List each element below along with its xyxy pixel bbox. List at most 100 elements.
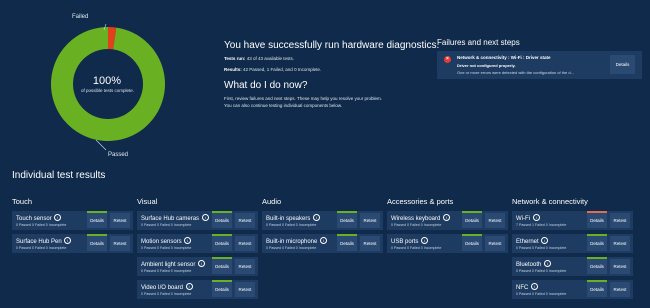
test-name: NFC i [516,283,539,291]
test-card: Surface Hub cameras i0 Passed 0 Failed 0… [137,211,258,230]
details-button[interactable]: Details [462,213,482,228]
test-name: Built-in speakers i [266,214,321,222]
next-steps-heading: What do I do now? [224,80,308,91]
info-icon[interactable]: i [532,214,540,221]
info-icon[interactable]: i [531,283,539,290]
test-status: 0 Passed 0 Failed 0 Incomplete [141,223,192,227]
info-icon[interactable]: i [443,214,451,221]
test-name-label: USB ports [391,239,419,245]
details-button[interactable]: Details [587,259,607,274]
test-card: Ambient light sensor i0 Passed 0 Failed … [137,257,258,276]
test-name: Built-in microphone i [266,237,328,245]
test-name: Ethernet i [516,237,549,245]
retest-button[interactable]: Retest [235,213,255,228]
info-icon[interactable]: i [201,214,209,221]
details-button[interactable]: Details [587,282,607,297]
retest-button[interactable]: Retest [110,213,130,228]
test-status: 0 Passed 0 Failed 0 Incomplete [516,246,567,250]
test-name: Surface Hub Pen i [16,237,72,245]
test-status: 0 Passed 0 Failed 0 Incomplete [16,223,67,227]
info-icon[interactable]: i [544,260,552,267]
info-icon[interactable]: i [313,214,321,221]
result-heading: You have successfully run hardware diagn… [224,40,440,51]
details-button[interactable]: Details [462,236,482,251]
passed-label: Passed [108,152,129,158]
info-icon[interactable]: i [184,237,192,244]
info-icon[interactable]: i [421,237,429,244]
tests-run-value: 43 of 43 available tests. [246,56,294,61]
test-status: 0 Passed 0 Failed 0 Incomplete [266,246,317,250]
details-button[interactable]: Details [337,213,357,228]
section-title: Audio [262,197,282,206]
passed-leader-line [95,139,107,151]
failure-card: × Network & connectivity : Wi-Fi : Drive… [437,51,642,79]
failures-heading: Failures and next steps [437,38,520,47]
test-name-label: Wireless keyboard [391,216,441,222]
next-steps-line-2: You can also continue testing individual… [224,103,343,108]
test-name-label: Bluetooth [516,262,542,268]
details-button[interactable]: Details [212,213,232,228]
test-name: Wireless keyboard i [391,214,451,222]
test-card: Surface Hub Pen i0 Passed 0 Failed 0 Inc… [12,234,133,253]
details-button[interactable]: Details [587,236,607,251]
test-name-label: Surface Hub Pen [16,239,62,245]
test-name: Touch sensor i [16,214,62,222]
test-name-label: Wi-Fi [516,216,530,222]
section-title: Touch [12,197,33,206]
details-button[interactable]: Details [212,259,232,274]
test-name: Surface Hub cameras i [141,214,209,222]
info-icon[interactable]: i [198,260,206,267]
retest-button[interactable]: Retest [235,236,255,251]
section-title: Network & connectivity [512,197,588,206]
details-button[interactable]: Details [87,236,107,251]
retest-button[interactable]: Retest [485,236,505,251]
results-label: Results: [224,67,242,72]
retest-button[interactable]: Retest [360,213,380,228]
info-icon[interactable]: i [54,214,62,221]
test-status: 0 Passed 0 Failed 0 Incomplete [141,246,192,250]
test-name-label: Ethernet [516,239,539,245]
tests-run-label: Tests run: [224,56,246,61]
test-name-label: Motion sensors [141,239,182,245]
retest-button[interactable]: Retest [610,236,630,251]
info-icon[interactable]: i [64,237,72,244]
test-name-label: Touch sensor [16,216,52,222]
test-name-label: NFC [516,285,529,291]
details-button[interactable]: Details [587,213,607,228]
test-name-label: Surface Hub cameras [141,216,200,222]
retest-button[interactable]: Retest [235,282,255,297]
individual-results-heading: Individual test results [12,170,106,181]
retest-button[interactable]: Retest [610,213,630,228]
details-button[interactable]: Details [212,282,232,297]
section-title: Visual [137,197,158,206]
failure-subtitle: Driver not configured properly. [457,63,516,68]
test-name: Motion sensors i [141,237,192,245]
retest-button[interactable]: Retest [485,213,505,228]
info-icon[interactable]: i [541,237,549,244]
test-card: Video I/O board i0 Passed 0 Failed 0 Inc… [137,280,258,299]
test-name-label: Built-in microphone [266,239,318,245]
test-status: 0 Passed 0 Failed 0 Incomplete [391,223,442,227]
failure-details-button[interactable]: Details [610,55,635,74]
test-name: Video I/O board i [141,283,193,291]
tests-run-line: Tests run: 43 of 43 available tests. [224,56,294,62]
info-icon[interactable]: i [320,237,328,244]
retest-button[interactable]: Retest [360,236,380,251]
details-button[interactable]: Details [337,236,357,251]
details-button[interactable]: Details [87,213,107,228]
test-card: Wireless keyboard i0 Passed 0 Failed 0 I… [387,211,508,230]
test-status: 0 Passed 0 Failed 0 Incomplete [266,223,317,227]
retest-button[interactable]: Retest [610,282,630,297]
test-name-label: Built-in speakers [266,216,311,222]
test-card: USB ports i0 Passed 0 Failed 0 Incomplet… [387,234,508,253]
retest-button[interactable]: Retest [610,259,630,274]
details-button[interactable]: Details [212,236,232,251]
test-status: 7 Passed 1 Failed 0 Incomplete [516,223,567,227]
failure-title: Network & connectivity : Wi-Fi : Driver … [457,55,551,60]
test-card: Wi-Fi i 7 Passed 1 Failed 0 Incomplete Det… [512,211,633,230]
retest-button[interactable]: Retest [110,236,130,251]
retest-button[interactable]: Retest [235,259,255,274]
test-status: 0 Passed 0 Failed 0 Incomplete [16,246,67,250]
info-icon[interactable]: i [185,283,193,290]
test-card: Built-in microphone i0 Passed 0 Failed 0… [262,234,383,253]
